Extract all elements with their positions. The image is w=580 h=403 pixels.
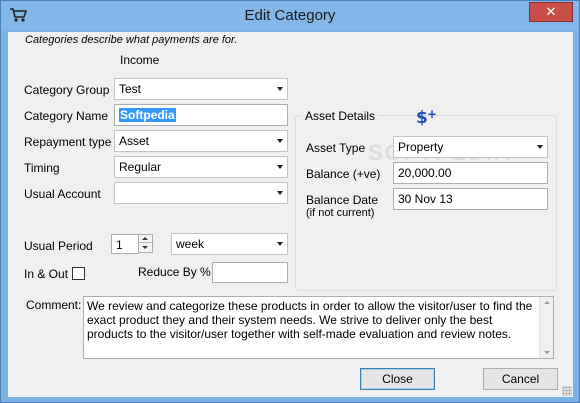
balance-value: 20,000.00: [398, 166, 452, 180]
asset-details-title: Asset Details: [302, 109, 379, 123]
usual-period-count-value: 1: [116, 238, 123, 252]
svg-text:+: +: [427, 107, 437, 121]
balance-date-sublabel: (if not current): [306, 207, 375, 219]
usual-period-unit-value: week: [176, 237, 205, 251]
balance-date-value: 30 Nov 13: [398, 192, 453, 206]
reduce-by-label: Reduce By %: [138, 265, 211, 279]
cancel-button[interactable]: Cancel: [483, 368, 558, 390]
balance-date-label: Balance Date: [306, 193, 379, 207]
dollar-plus-icon: $ +: [416, 107, 440, 128]
category-name-value: Softpedia: [119, 108, 176, 122]
category-group-value: Test: [119, 82, 142, 96]
chevron-down-icon: [277, 87, 283, 91]
usual-account-select[interactable]: [114, 182, 288, 204]
chevron-down-icon: [277, 191, 283, 195]
timing-value: Regular: [119, 160, 162, 174]
dialog-body: Categories describe what payments are fo…: [8, 32, 573, 397]
resize-grip-icon[interactable]: [562, 386, 572, 396]
window-close-button[interactable]: ✕: [529, 2, 573, 22]
category-group-select[interactable]: Test: [114, 78, 288, 100]
in-out-label: In & Out: [24, 267, 69, 281]
reduce-by-input[interactable]: [212, 262, 288, 283]
title-bar[interactable]: Edit Category ✕: [1, 1, 579, 31]
usual-period-label: Usual Period: [24, 239, 93, 253]
repayment-type-select[interactable]: Asset: [114, 130, 288, 152]
category-type-label: Income: [120, 53, 160, 67]
comment-text: We review and categorize these products …: [87, 299, 533, 341]
comment-textarea[interactable]: We review and categorize these products …: [83, 296, 554, 359]
spin-up-icon[interactable]: [139, 235, 152, 243]
comment-scrollbar[interactable]: [539, 297, 553, 358]
usual-period-count-input[interactable]: 1: [111, 234, 139, 254]
usual-period-spinner[interactable]: [138, 234, 153, 253]
timing-select[interactable]: Regular: [114, 156, 288, 178]
window-title: Edit Category: [244, 7, 336, 24]
timing-label: Timing: [24, 161, 60, 175]
chevron-down-icon: [537, 145, 543, 149]
spin-down-icon[interactable]: [139, 244, 152, 252]
repayment-type-value: Asset: [119, 134, 150, 148]
balance-date-input[interactable]: 30 Nov 13: [393, 188, 548, 210]
repayment-type-label: Repayment type: [24, 135, 112, 149]
chevron-down-icon: [277, 139, 283, 143]
balance-label: Balance (+ve): [306, 167, 381, 181]
usual-period-unit-select[interactable]: week: [171, 233, 288, 255]
comment-label: Comment:: [26, 298, 82, 312]
chevron-down-icon: [277, 165, 283, 169]
in-out-checkbox[interactable]: [72, 267, 85, 280]
category-name-label: Category Name: [24, 109, 109, 123]
category-group-label: Category Group: [24, 83, 110, 97]
edit-category-window: Edit Category ✕ Categories describe what…: [0, 0, 580, 403]
usual-account-label: Usual Account: [24, 187, 101, 201]
close-button[interactable]: Close: [360, 368, 435, 390]
asset-type-select[interactable]: Property: [393, 136, 548, 158]
category-name-input[interactable]: Softpedia: [114, 104, 288, 126]
asset-type-value: Property: [398, 140, 444, 154]
chevron-down-icon: [277, 242, 283, 246]
hint-text: Categories describe what payments are fo…: [25, 34, 238, 46]
asset-type-label: Asset Type: [306, 141, 366, 155]
balance-input[interactable]: 20,000.00: [393, 162, 548, 184]
